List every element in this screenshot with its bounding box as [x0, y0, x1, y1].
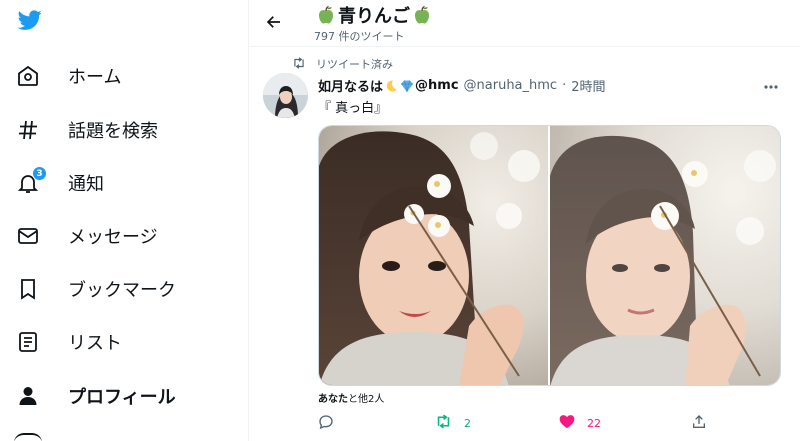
- reply-icon: [318, 414, 334, 433]
- tweet-media[interactable]: [318, 125, 781, 386]
- sidebar: ホーム 話題を検索 3 通知 メッセージ ブックマーク リスト プロフィール: [0, 0, 249, 441]
- main-column: 青りんご 797 件のツイート リツイート済み 如月なるは @hmc @naru…: [250, 0, 800, 441]
- retweet-label: リツイート済み: [316, 58, 393, 71]
- nav-explore-label: 話題を検索: [68, 121, 158, 142]
- nav-bookmarks[interactable]: ブックマーク: [14, 269, 176, 309]
- retweet-icon: [435, 414, 452, 432]
- gem-icon: [400, 79, 414, 93]
- liked-by-others: と他2人: [348, 394, 385, 405]
- bookmark-icon: [14, 275, 42, 303]
- crescent-moon-icon: [384, 79, 398, 93]
- like-button[interactable]: 22: [559, 414, 601, 432]
- envelope-icon: [14, 222, 42, 250]
- heart-icon: [559, 414, 575, 432]
- share-button[interactable]: [691, 414, 719, 433]
- green-apple-icon: [316, 5, 336, 25]
- reply-button[interactable]: [318, 414, 346, 433]
- nav-messages[interactable]: メッセージ: [14, 216, 158, 256]
- retweet-count: 2: [464, 416, 471, 430]
- home-icon: [14, 62, 42, 90]
- twitter-bird-icon[interactable]: [16, 8, 48, 36]
- author-name[interactable]: 如月なるは: [318, 76, 383, 95]
- nav-lists[interactable]: リスト: [14, 322, 122, 362]
- retweeted-indicator: リツイート済み: [292, 56, 393, 72]
- green-apple-icon: [412, 5, 432, 25]
- retweet-icon: [292, 56, 306, 72]
- nav-bookmarks-label: ブックマーク: [68, 280, 176, 301]
- tweet-header: 如月なるは @hmc @naruha_hmc · 2時間: [318, 76, 606, 95]
- person-icon: [14, 382, 42, 410]
- notification-badge: 3: [32, 166, 47, 181]
- separator-dot: ·: [562, 78, 567, 93]
- tweet-photo[interactable]: [319, 126, 548, 385]
- liked-by[interactable]: あなたと他2人: [318, 390, 384, 405]
- liked-by-you: あなた: [318, 394, 348, 405]
- nav-home[interactable]: ホーム: [14, 56, 121, 96]
- nav-notifications-label: 通知: [68, 174, 104, 195]
- share-icon: [691, 414, 707, 433]
- bell-icon: 3: [14, 166, 47, 197]
- hashtag-icon: [14, 116, 42, 144]
- more-options-icon[interactable]: [762, 78, 780, 90]
- like-count: 22: [587, 416, 601, 430]
- author-handle[interactable]: @naruha_hmc: [464, 78, 558, 93]
- more-icon[interactable]: [14, 433, 42, 441]
- nav-messages-label: メッセージ: [68, 227, 158, 248]
- profile-name: 青りんご: [338, 6, 410, 27]
- nav-profile-label: プロフィール: [68, 387, 176, 408]
- page-title: 青りんご: [314, 2, 434, 28]
- list-icon: [14, 328, 42, 356]
- avatar[interactable]: [263, 73, 308, 118]
- profile-header: 青りんご 797 件のツイート: [250, 0, 800, 47]
- tweet-time[interactable]: 2時間: [571, 76, 605, 95]
- tweet-actions: 2 22: [318, 414, 718, 436]
- retweet-button[interactable]: 2: [435, 414, 471, 432]
- nav-home-label: ホーム: [68, 67, 122, 88]
- tweet-count: 797 件のツイート: [314, 30, 405, 43]
- author-name-suffix[interactable]: @hmc: [415, 78, 459, 93]
- tweet-photo[interactable]: [550, 126, 780, 385]
- nav-lists-label: リスト: [68, 333, 122, 354]
- tweet-text: 『 真っ白』: [318, 101, 388, 116]
- nav-profile[interactable]: プロフィール: [14, 376, 176, 416]
- nav-notifications[interactable]: 3 通知: [14, 163, 104, 203]
- nav-explore[interactable]: 話題を検索: [14, 110, 158, 150]
- back-arrow-icon[interactable]: [262, 11, 286, 33]
